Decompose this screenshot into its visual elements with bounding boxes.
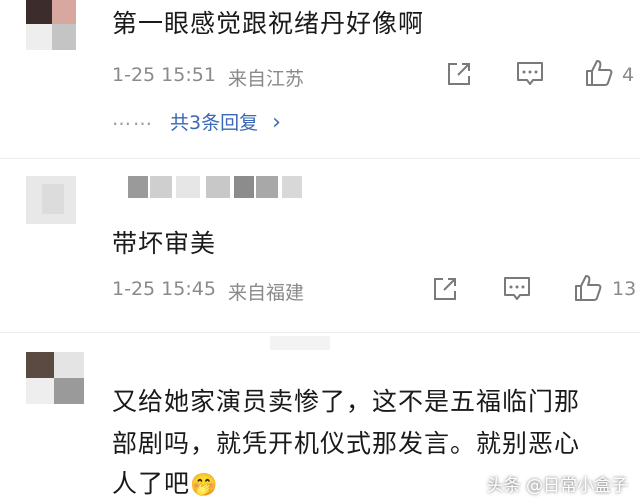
comment-text: 带坏审美 xyxy=(112,229,217,258)
avatar[interactable] xyxy=(26,0,76,50)
divider xyxy=(0,332,640,333)
thumbs-up-icon xyxy=(575,275,602,301)
comment-button[interactable] xyxy=(516,61,544,87)
replies-label: 共3条回复 xyxy=(170,112,259,134)
avatar[interactable] xyxy=(26,176,76,224)
comment-text-line-3: 人了吧🤭 xyxy=(112,464,218,500)
avatar[interactable] xyxy=(26,352,84,404)
share-icon xyxy=(434,278,456,300)
thumbs-up-icon xyxy=(586,60,613,86)
view-replies-link[interactable]: 共3条回复 › xyxy=(170,108,281,135)
comment-time: 1-25 15:45 xyxy=(112,278,216,300)
comment-button[interactable] xyxy=(503,276,531,302)
comment-location: 来自江苏 xyxy=(228,68,305,90)
comment-location: 来自福建 xyxy=(228,282,305,304)
comment-icon xyxy=(517,62,543,85)
comment-text-line-3-text: 人了吧 xyxy=(112,469,191,498)
comment-text-line-2: 部剧吗，就凭开机仪式那发言。就别恶心 xyxy=(112,429,581,458)
chevron-right-icon: › xyxy=(272,110,281,135)
share-button[interactable] xyxy=(446,61,472,87)
comment-text: 第一眼感觉跟祝绪丹好像啊 xyxy=(112,9,425,38)
like-button[interactable] xyxy=(585,59,613,87)
watermark: 头条 @日常小盒子 xyxy=(486,476,628,496)
blurred-username xyxy=(270,336,330,350)
like-button[interactable] xyxy=(574,274,602,302)
divider xyxy=(0,158,640,159)
comment-icon xyxy=(504,277,530,300)
comment-text-line-1: 又给她家演员卖惨了，这不是五福临门那 xyxy=(112,387,581,416)
comment-time: 1-25 15:51 xyxy=(112,64,216,86)
replies-dots: …… xyxy=(112,108,154,130)
emoji-icon: 🤭 xyxy=(190,473,219,498)
like-count: 13 xyxy=(612,278,637,300)
share-button[interactable] xyxy=(432,276,458,302)
share-icon xyxy=(448,63,470,85)
like-count: 4 xyxy=(622,64,635,86)
